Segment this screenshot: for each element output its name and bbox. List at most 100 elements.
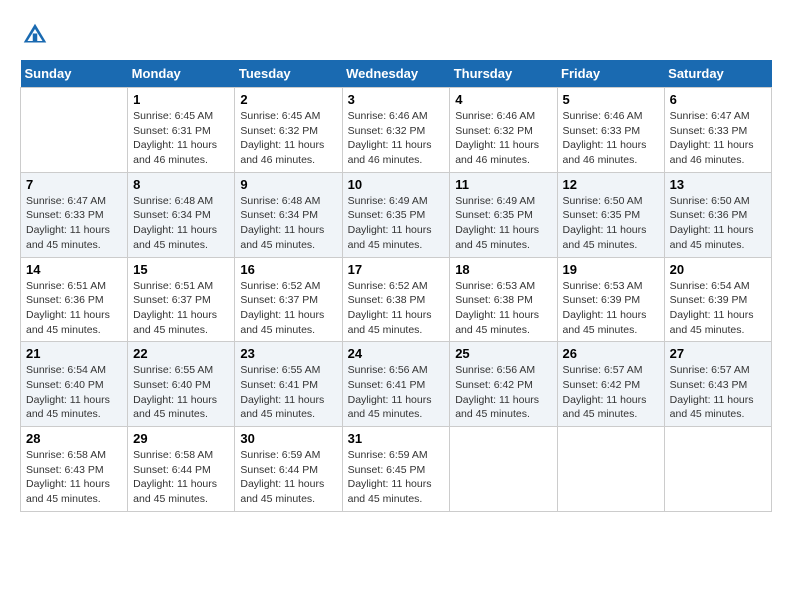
column-header-friday: Friday: [557, 60, 664, 88]
sunset-time: Sunset: 6:33 PM: [670, 125, 748, 137]
calendar-header-row: SundayMondayTuesdayWednesdayThursdayFrid…: [21, 60, 772, 88]
daylight-hours: Daylight: 11 hours and 46 minutes.: [348, 139, 432, 166]
day-number: 27: [670, 346, 766, 361]
daylight-hours: Daylight: 11 hours and 45 minutes.: [133, 478, 217, 505]
daylight-hours: Daylight: 11 hours and 45 minutes.: [26, 394, 110, 421]
day-info: Sunrise: 6:56 AM Sunset: 6:41 PM Dayligh…: [348, 363, 445, 422]
sunrise-time: Sunrise: 6:47 AM: [26, 195, 106, 207]
calendar-week-row: 7 Sunrise: 6:47 AM Sunset: 6:33 PM Dayli…: [21, 172, 772, 257]
calendar-week-row: 21 Sunrise: 6:54 AM Sunset: 6:40 PM Dayl…: [21, 342, 772, 427]
daylight-hours: Daylight: 11 hours and 45 minutes.: [670, 309, 754, 336]
sunrise-time: Sunrise: 6:57 AM: [670, 364, 750, 376]
sunset-time: Sunset: 6:38 PM: [348, 294, 426, 306]
calendar-cell: 19 Sunrise: 6:53 AM Sunset: 6:39 PM Dayl…: [557, 257, 664, 342]
calendar-cell: 16 Sunrise: 6:52 AM Sunset: 6:37 PM Dayl…: [235, 257, 342, 342]
calendar-cell: 7 Sunrise: 6:47 AM Sunset: 6:33 PM Dayli…: [21, 172, 128, 257]
day-info: Sunrise: 6:50 AM Sunset: 6:35 PM Dayligh…: [563, 194, 659, 253]
calendar-cell: 2 Sunrise: 6:45 AM Sunset: 6:32 PM Dayli…: [235, 88, 342, 173]
day-info: Sunrise: 6:48 AM Sunset: 6:34 PM Dayligh…: [240, 194, 336, 253]
day-number: 21: [26, 346, 122, 361]
sunrise-time: Sunrise: 6:55 AM: [133, 364, 213, 376]
daylight-hours: Daylight: 11 hours and 46 minutes.: [563, 139, 647, 166]
calendar-cell: 17 Sunrise: 6:52 AM Sunset: 6:38 PM Dayl…: [342, 257, 450, 342]
day-info: Sunrise: 6:53 AM Sunset: 6:39 PM Dayligh…: [563, 279, 659, 338]
day-number: 15: [133, 262, 229, 277]
sunset-time: Sunset: 6:43 PM: [670, 379, 748, 391]
sunrise-time: Sunrise: 6:46 AM: [348, 110, 428, 122]
logo: [20, 20, 54, 50]
sunset-time: Sunset: 6:35 PM: [348, 209, 426, 221]
day-info: Sunrise: 6:57 AM Sunset: 6:43 PM Dayligh…: [670, 363, 766, 422]
day-info: Sunrise: 6:53 AM Sunset: 6:38 PM Dayligh…: [455, 279, 551, 338]
day-number: 12: [563, 177, 659, 192]
day-info: Sunrise: 6:58 AM Sunset: 6:44 PM Dayligh…: [133, 448, 229, 507]
day-info: Sunrise: 6:50 AM Sunset: 6:36 PM Dayligh…: [670, 194, 766, 253]
daylight-hours: Daylight: 11 hours and 46 minutes.: [133, 139, 217, 166]
sunrise-time: Sunrise: 6:49 AM: [348, 195, 428, 207]
daylight-hours: Daylight: 11 hours and 45 minutes.: [240, 478, 324, 505]
sunset-time: Sunset: 6:36 PM: [26, 294, 104, 306]
daylight-hours: Daylight: 11 hours and 45 minutes.: [240, 309, 324, 336]
day-number: 29: [133, 431, 229, 446]
day-number: 14: [26, 262, 122, 277]
daylight-hours: Daylight: 11 hours and 46 minutes.: [670, 139, 754, 166]
day-info: Sunrise: 6:47 AM Sunset: 6:33 PM Dayligh…: [26, 194, 122, 253]
sunset-time: Sunset: 6:34 PM: [240, 209, 318, 221]
sunrise-time: Sunrise: 6:58 AM: [133, 449, 213, 461]
calendar-cell: 22 Sunrise: 6:55 AM Sunset: 6:40 PM Dayl…: [128, 342, 235, 427]
day-number: 4: [455, 92, 551, 107]
day-number: 19: [563, 262, 659, 277]
day-number: 2: [240, 92, 336, 107]
calendar-cell: [664, 427, 771, 512]
day-info: Sunrise: 6:51 AM Sunset: 6:36 PM Dayligh…: [26, 279, 122, 338]
sunrise-time: Sunrise: 6:59 AM: [240, 449, 320, 461]
daylight-hours: Daylight: 11 hours and 45 minutes.: [455, 224, 539, 251]
sunrise-time: Sunrise: 6:58 AM: [26, 449, 106, 461]
day-number: 10: [348, 177, 445, 192]
calendar-cell: 9 Sunrise: 6:48 AM Sunset: 6:34 PM Dayli…: [235, 172, 342, 257]
sunrise-time: Sunrise: 6:54 AM: [670, 280, 750, 292]
day-info: Sunrise: 6:45 AM Sunset: 6:31 PM Dayligh…: [133, 109, 229, 168]
sunrise-time: Sunrise: 6:54 AM: [26, 364, 106, 376]
sunset-time: Sunset: 6:39 PM: [670, 294, 748, 306]
sunset-time: Sunset: 6:35 PM: [455, 209, 533, 221]
day-number: 9: [240, 177, 336, 192]
column-header-wednesday: Wednesday: [342, 60, 450, 88]
calendar-cell: 20 Sunrise: 6:54 AM Sunset: 6:39 PM Dayl…: [664, 257, 771, 342]
calendar-cell: 6 Sunrise: 6:47 AM Sunset: 6:33 PM Dayli…: [664, 88, 771, 173]
daylight-hours: Daylight: 11 hours and 46 minutes.: [240, 139, 324, 166]
calendar-cell: 14 Sunrise: 6:51 AM Sunset: 6:36 PM Dayl…: [21, 257, 128, 342]
day-number: 1: [133, 92, 229, 107]
day-info: Sunrise: 6:59 AM Sunset: 6:44 PM Dayligh…: [240, 448, 336, 507]
sunset-time: Sunset: 6:37 PM: [133, 294, 211, 306]
sunset-time: Sunset: 6:43 PM: [26, 464, 104, 476]
daylight-hours: Daylight: 11 hours and 45 minutes.: [563, 224, 647, 251]
day-number: 17: [348, 262, 445, 277]
calendar-cell: 4 Sunrise: 6:46 AM Sunset: 6:32 PM Dayli…: [450, 88, 557, 173]
column-header-sunday: Sunday: [21, 60, 128, 88]
day-info: Sunrise: 6:46 AM Sunset: 6:32 PM Dayligh…: [455, 109, 551, 168]
sunset-time: Sunset: 6:41 PM: [240, 379, 318, 391]
calendar-cell: 26 Sunrise: 6:57 AM Sunset: 6:42 PM Dayl…: [557, 342, 664, 427]
day-info: Sunrise: 6:46 AM Sunset: 6:33 PM Dayligh…: [563, 109, 659, 168]
daylight-hours: Daylight: 11 hours and 45 minutes.: [455, 394, 539, 421]
day-number: 11: [455, 177, 551, 192]
day-number: 28: [26, 431, 122, 446]
calendar-cell: 21 Sunrise: 6:54 AM Sunset: 6:40 PM Dayl…: [21, 342, 128, 427]
daylight-hours: Daylight: 11 hours and 45 minutes.: [670, 394, 754, 421]
sunset-time: Sunset: 6:44 PM: [240, 464, 318, 476]
day-info: Sunrise: 6:59 AM Sunset: 6:45 PM Dayligh…: [348, 448, 445, 507]
calendar-cell: 27 Sunrise: 6:57 AM Sunset: 6:43 PM Dayl…: [664, 342, 771, 427]
calendar-cell: 5 Sunrise: 6:46 AM Sunset: 6:33 PM Dayli…: [557, 88, 664, 173]
sunrise-time: Sunrise: 6:53 AM: [455, 280, 535, 292]
sunrise-time: Sunrise: 6:49 AM: [455, 195, 535, 207]
day-info: Sunrise: 6:58 AM Sunset: 6:43 PM Dayligh…: [26, 448, 122, 507]
day-info: Sunrise: 6:49 AM Sunset: 6:35 PM Dayligh…: [348, 194, 445, 253]
calendar-cell: [450, 427, 557, 512]
day-info: Sunrise: 6:46 AM Sunset: 6:32 PM Dayligh…: [348, 109, 445, 168]
sunset-time: Sunset: 6:42 PM: [563, 379, 641, 391]
sunset-time: Sunset: 6:31 PM: [133, 125, 211, 137]
calendar-cell: 1 Sunrise: 6:45 AM Sunset: 6:31 PM Dayli…: [128, 88, 235, 173]
daylight-hours: Daylight: 11 hours and 45 minutes.: [563, 309, 647, 336]
day-number: 25: [455, 346, 551, 361]
